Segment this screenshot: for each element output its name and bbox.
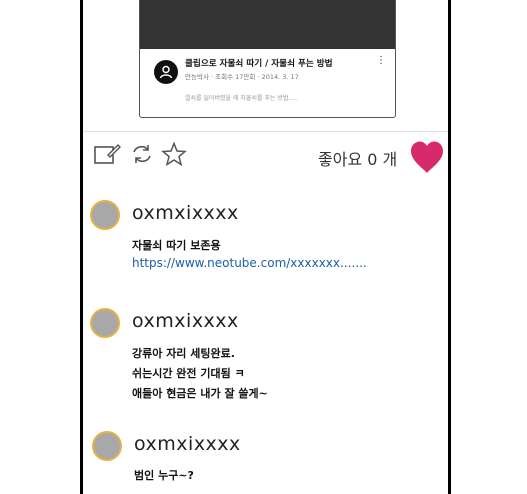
video-meta: 만능박사 · 조회수 17만회 · 2014. 3. 17 — [185, 73, 299, 81]
like-count: 좋아요 0 개 — [318, 150, 398, 169]
star-icon[interactable] — [161, 141, 187, 170]
comment-username[interactable]: oxmxixxxx — [132, 310, 239, 332]
comment-text: 자물쇠 따기 보존용 — [132, 239, 221, 252]
avatar[interactable] — [90, 200, 120, 230]
comment-text: 애들아 현금은 내가 잘 쓸게~ — [132, 387, 268, 400]
avatar[interactable] — [92, 431, 122, 461]
comment-text: 쉬는시간 완전 기대됨 ㅋ — [132, 367, 245, 380]
avatar[interactable] — [90, 308, 120, 338]
comment-link[interactable]: https://www.neotube.com/xxxxxxx....... — [132, 256, 367, 270]
refresh-icon[interactable] — [131, 142, 153, 170]
heart-icon[interactable] — [409, 140, 445, 178]
comment-username[interactable]: oxmxixxxx — [134, 433, 241, 455]
video-thumbnail[interactable] — [140, 0, 395, 49]
person-icon — [159, 65, 173, 79]
divider — [83, 131, 448, 132]
video-description: 열쇠를 잃어버렸을 때 자물쇠를 푸는 방법..... — [185, 95, 298, 102]
comment-text: 강류아 자리 세팅완료. — [132, 347, 235, 360]
channel-avatar[interactable] — [154, 60, 178, 84]
edit-note-icon[interactable] — [94, 142, 122, 170]
video-card[interactable]: 클립으로 자물쇠 따기 / 자물쇠 푸는 방법 만능박사 · 조회수 17만회 … — [139, 0, 396, 118]
comment-username[interactable]: oxmxixxxx — [132, 202, 239, 224]
more-options-icon[interactable]: ⋮ — [376, 56, 386, 66]
comment-text: 범인 누구~? — [134, 469, 194, 482]
video-title[interactable]: 클립으로 자물쇠 따기 / 자물쇠 푸는 방법 — [185, 57, 333, 69]
